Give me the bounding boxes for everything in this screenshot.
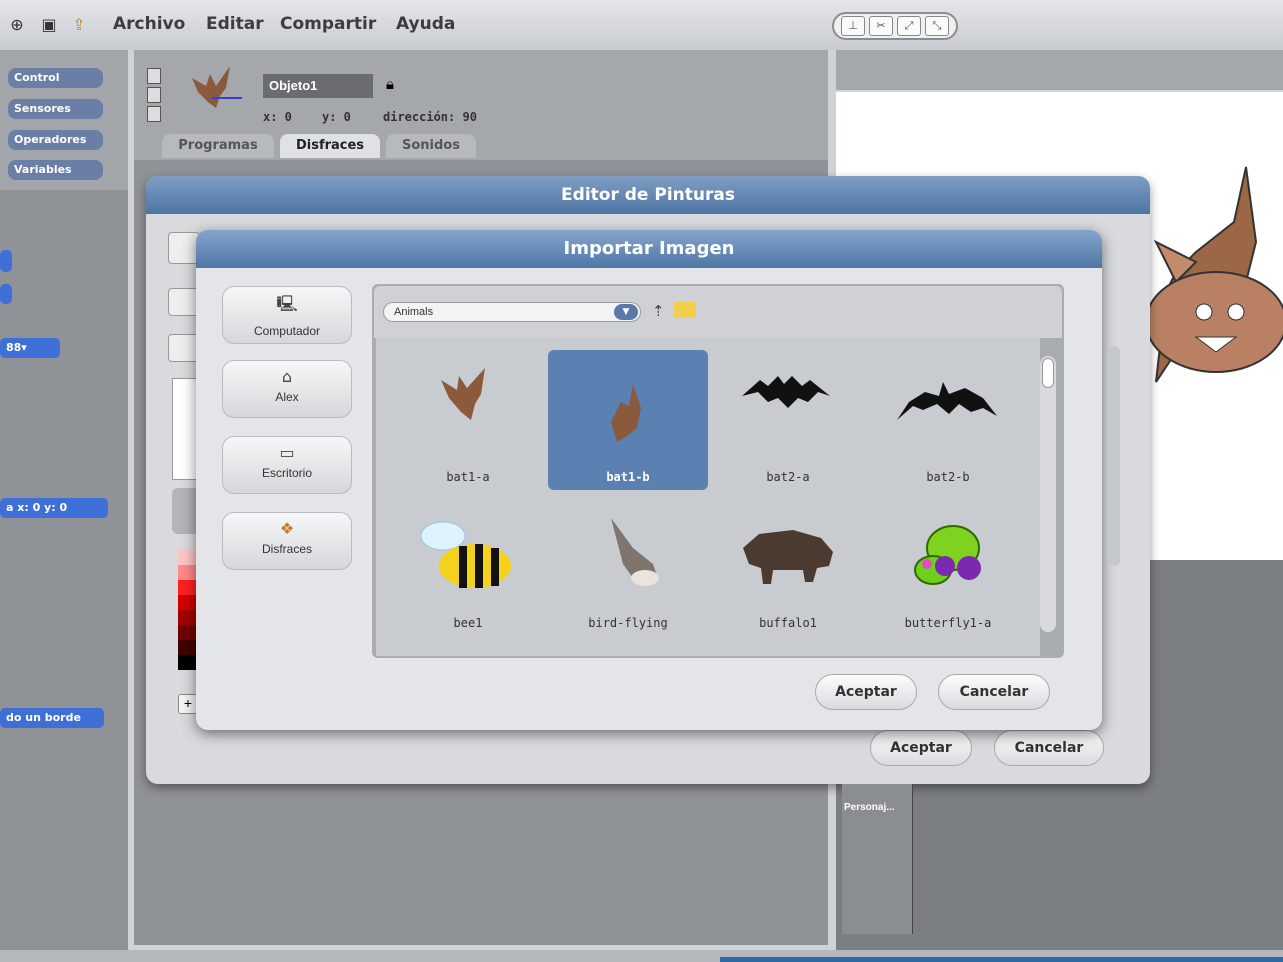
sprite-x: x: 0: [263, 110, 292, 124]
file-bat1-b[interactable]: bat1-b: [548, 350, 708, 490]
share-icon[interactable]: ⇪: [68, 14, 90, 36]
sprite-direction: dirección: 90: [383, 110, 477, 124]
computer-icon: 🖳︎: [276, 294, 298, 313]
parent-folder-icon[interactable]: ⇡: [652, 302, 665, 320]
place-disfraces[interactable]: ❖ Disfraces: [222, 512, 352, 570]
add-icon[interactable]: +: [178, 694, 198, 714]
script-block[interactable]: [0, 284, 12, 304]
rotation-style-icons[interactable]: [147, 68, 161, 124]
file-buffalo1[interactable]: buffalo1: [708, 496, 868, 636]
bottom-accent: [720, 957, 1283, 962]
bat-sprite-icon[interactable]: [1136, 162, 1283, 402]
menu-compartir[interactable]: Compartir: [280, 14, 376, 34]
paint-scrollbar[interactable]: [1110, 346, 1120, 566]
globe-icon[interactable]: ⊕: [6, 14, 28, 36]
new-folder-icon[interactable]: [674, 302, 696, 318]
tab-disfraces[interactable]: Disfraces: [280, 134, 380, 158]
import-accept-button[interactable]: Aceptar: [815, 674, 917, 710]
file-bat2-a[interactable]: bat2-a: [708, 350, 868, 490]
stamp-icon[interactable]: ⊥: [841, 16, 865, 36]
paint-cancel-button[interactable]: Cancelar: [994, 730, 1104, 766]
place-label: Computador: [253, 324, 321, 338]
place-alex[interactable]: ⌂ Alex: [222, 360, 352, 418]
shrink-icon[interactable]: ⤡: [925, 16, 949, 36]
stage-header: [836, 50, 1283, 90]
file-bat2-b[interactable]: bat2-b: [868, 350, 1028, 490]
place-escritorio[interactable]: ▭ Escritorio: [222, 436, 352, 494]
file-name: bat1-b: [606, 470, 650, 484]
bat-icon: [611, 384, 641, 442]
category-control[interactable]: Control: [8, 68, 103, 88]
menu-archivo[interactable]: Archivo: [113, 14, 185, 34]
butterfly-icon: [914, 525, 981, 585]
script-block[interactable]: [0, 250, 12, 272]
sprite-name-field[interactable]: Objeto1: [263, 74, 373, 98]
scroll-thumb[interactable]: [1042, 358, 1054, 388]
cut-icon[interactable]: ✂: [869, 16, 893, 36]
folder-dropdown[interactable]: Animals: [383, 302, 641, 322]
file-name: bee1: [453, 616, 483, 630]
bat-icon: [441, 368, 485, 420]
import-dialog-title: Importar Imagen: [196, 230, 1102, 268]
file-name: bird-flying: [588, 616, 668, 630]
place-label: Disfraces: [261, 542, 312, 556]
file-scrollbar[interactable]: [1040, 356, 1056, 632]
category-operadores[interactable]: Operadores: [8, 130, 103, 150]
tab-sonidos[interactable]: Sonidos: [386, 134, 476, 158]
buffalo-icon: [743, 530, 833, 584]
home-icon: ⌂: [281, 367, 293, 386]
lock-icon[interactable]: 🔒︎: [386, 76, 394, 93]
bat-icon: [897, 382, 997, 420]
costumes-icon: ❖: [279, 519, 295, 538]
sprite-thumbnail-icon: [192, 66, 242, 108]
color-palette[interactable]: [178, 550, 196, 674]
sprite-y: y: 0: [322, 110, 351, 124]
file-name: butterfly1-a: [904, 616, 992, 630]
file-name: bat1-a: [446, 470, 490, 484]
menu-ayuda[interactable]: Ayuda: [396, 14, 455, 34]
save-icon[interactable]: ▣: [38, 14, 60, 36]
category-variables[interactable]: Variables: [8, 160, 103, 180]
file-bird-flying[interactable]: bird-flying: [548, 496, 708, 636]
folder-icon: ▭: [279, 443, 295, 462]
paint-editor-title: Editor de Pinturas: [146, 176, 1150, 214]
menu-editar[interactable]: Editar: [206, 14, 264, 34]
bounce-edge-block[interactable]: do un borde: [0, 708, 104, 728]
category-sensores[interactable]: Sensores: [8, 99, 103, 119]
bat-icon: [742, 376, 830, 408]
goto-xy-block[interactable]: a x: 0 y: 0: [0, 498, 108, 518]
stage-mode-buttons: ⊥ ✂ ⤢ ⤡: [832, 12, 958, 40]
file-bat1-a[interactable]: bat1-a: [388, 350, 548, 490]
place-computador[interactable]: 🖳︎ Computador: [222, 286, 352, 344]
menu-bar: [0, 0, 1283, 50]
costume-label: Personaj...: [844, 802, 895, 813]
grow-icon[interactable]: ⤢: [897, 16, 921, 36]
tab-programas[interactable]: Programas: [162, 134, 274, 158]
file-name: bat2-a: [766, 470, 810, 484]
import-cancel-button[interactable]: Cancelar: [938, 674, 1050, 710]
file-name: bat2-b: [926, 470, 970, 484]
file-butterfly1-a[interactable]: butterfly1-a: [868, 496, 1028, 636]
place-label: Escritorio: [261, 466, 312, 480]
chevron-down-icon[interactable]: ▼: [614, 304, 638, 320]
place-label: Alex: [275, 390, 299, 404]
bee-icon: [420, 521, 511, 588]
file-name: buffalo1: [759, 616, 817, 630]
dropdown-block[interactable]: 88▾: [0, 338, 60, 358]
bird-icon: [611, 518, 659, 586]
paint-accept-button[interactable]: Aceptar: [870, 730, 972, 766]
file-bee1[interactable]: bee1: [388, 496, 548, 636]
